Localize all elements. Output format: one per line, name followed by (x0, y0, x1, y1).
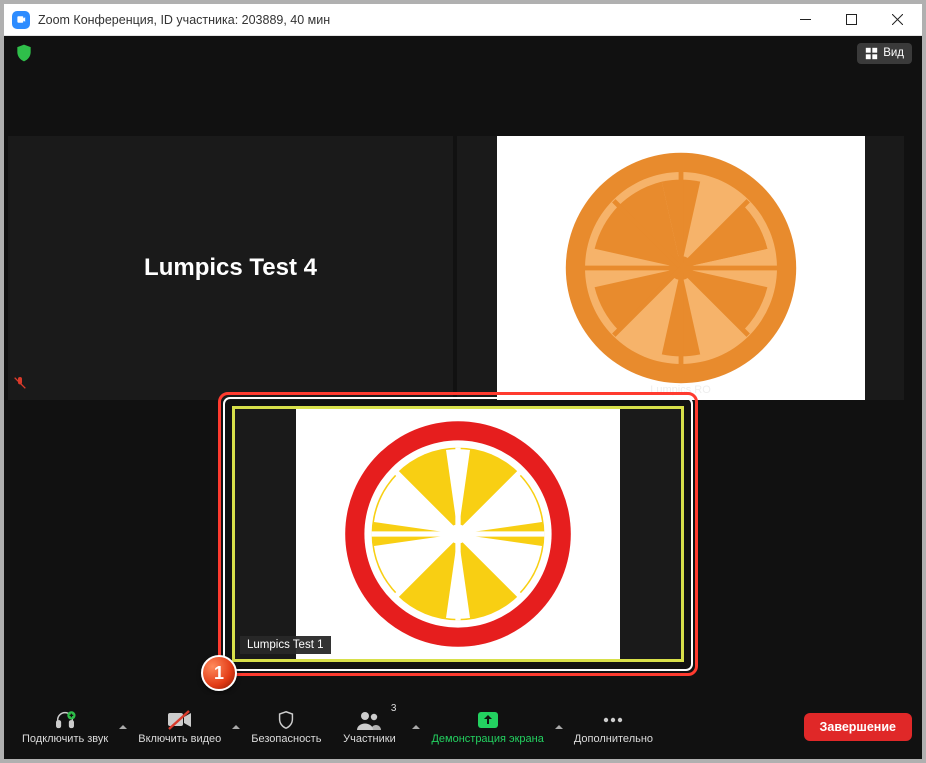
zoom-app-icon (12, 11, 30, 29)
window-title: Zoom Конференция, ID участника: 203889, … (38, 13, 782, 27)
share-screen-icon (476, 709, 500, 731)
self-avatar (296, 409, 620, 659)
self-video-tile[interactable]: Lumpics Test 1 (232, 406, 684, 662)
view-label: Вид (883, 47, 904, 59)
participants-count: 3 (391, 703, 397, 714)
maximize-button[interactable] (828, 4, 874, 36)
participant-avatar (497, 136, 865, 400)
share-chevron[interactable] (552, 722, 566, 732)
more-icon (601, 709, 625, 731)
participant-name: Lumpics Test 4 (144, 254, 317, 282)
self-name-label: Lumpics Test 1 (240, 636, 331, 654)
participant-tile[interactable]: Lumpics Test 4 (8, 136, 453, 400)
end-meeting-button[interactable]: Завершение (804, 713, 912, 741)
highlighted-self-tile: Lumpics Test 1 1 (218, 392, 698, 676)
participants-button[interactable]: 3 Участники (329, 705, 409, 749)
video-off-icon (167, 709, 193, 731)
meeting-topbar: Вид (4, 36, 922, 70)
more-button[interactable]: Дополнительно (566, 705, 661, 749)
toolbar-label: Подключить звук (22, 733, 108, 745)
encryption-shield-icon[interactable] (14, 43, 34, 63)
share-screen-button[interactable]: Демонстрация экрана (423, 705, 551, 749)
toolbar-label: Участники (343, 733, 396, 745)
end-label: Завершение (820, 720, 896, 734)
security-button[interactable]: Безопасность (243, 705, 329, 749)
audio-chevron[interactable] (116, 722, 130, 732)
mic-muted-icon (12, 375, 28, 396)
toolbar-label: Безопасность (251, 733, 321, 745)
window-frame: Zoom Конференция, ID участника: 203889, … (0, 0, 926, 763)
meeting-toolbar: Подключить звук Включить видео Безопасно… (4, 695, 922, 759)
meeting-area: Вид Lumpics Test 4 (4, 36, 922, 759)
titlebar: Zoom Конференция, ID участника: 203889, … (4, 4, 922, 36)
participants-icon (356, 709, 382, 731)
join-audio-button[interactable]: Подключить звук (14, 705, 116, 749)
annotation-badge: 1 (201, 655, 237, 691)
minimize-button[interactable] (782, 4, 828, 36)
participant-tile[interactable]: Lumpics RO (457, 136, 904, 400)
toolbar-label: Включить видео (138, 733, 221, 745)
close-button[interactable] (874, 4, 920, 36)
headphones-icon (53, 709, 77, 731)
start-video-button[interactable]: Включить видео (130, 705, 229, 749)
toolbar-label: Демонстрация экрана (431, 733, 543, 745)
video-chevron[interactable] (229, 722, 243, 732)
video-stage: Lumpics Test 4 (8, 136, 918, 669)
participants-chevron[interactable] (409, 722, 423, 732)
toolbar-label: Дополнительно (574, 733, 653, 745)
shield-icon (275, 709, 297, 731)
view-mode-button[interactable]: Вид (857, 43, 912, 64)
